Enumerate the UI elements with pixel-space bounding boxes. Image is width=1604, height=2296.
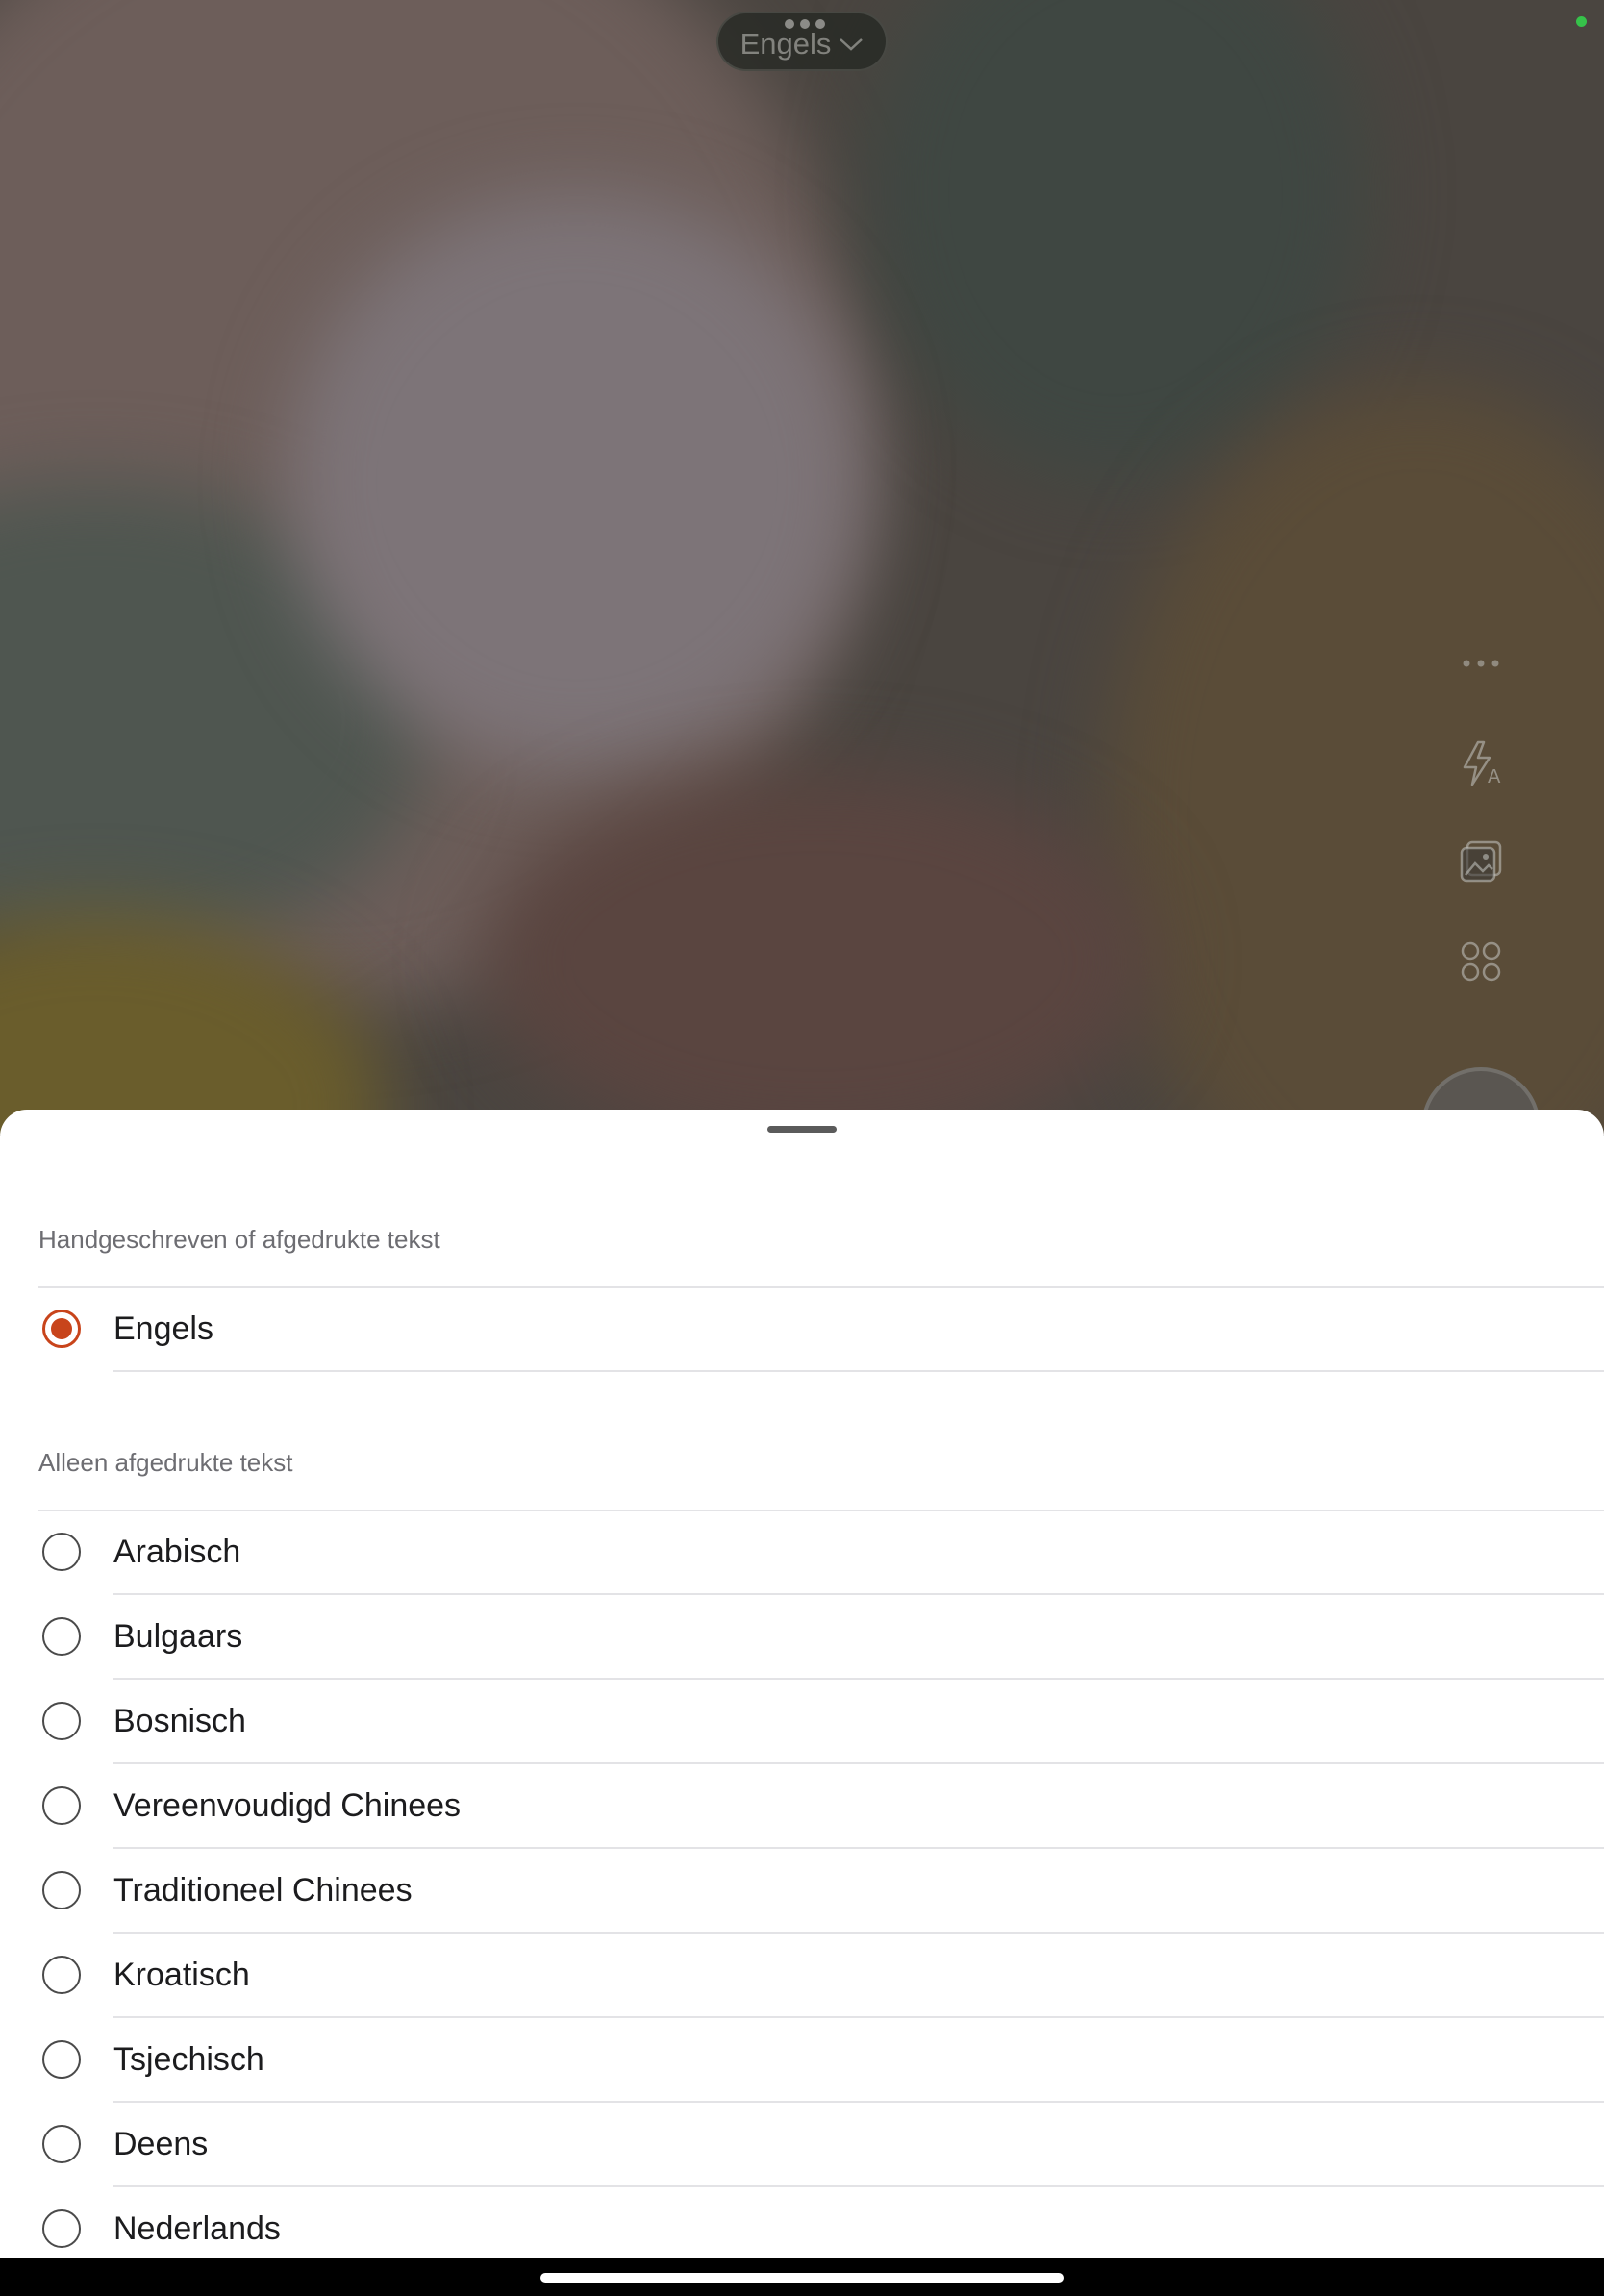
radio-unselected-icon[interactable] xyxy=(42,2125,81,2163)
language-option-kroatisch[interactable]: Kroatisch xyxy=(0,1934,1604,2016)
language-option-bulgaars[interactable]: Bulgaars xyxy=(0,1595,1604,1678)
language-option-tsjechisch[interactable]: Tsjechisch xyxy=(0,2018,1604,2101)
language-option-label: Bulgaars xyxy=(113,1617,243,1655)
viewfinder-blur xyxy=(288,192,865,769)
language-option-label: Arabisch xyxy=(113,1533,241,1570)
language-option-label: Deens xyxy=(113,2125,209,2162)
radio-unselected-icon[interactable] xyxy=(42,2040,81,2079)
photo-library-icon[interactable] xyxy=(1452,833,1510,890)
radio-unselected-icon[interactable] xyxy=(42,2209,81,2248)
language-option-arabisch[interactable]: Arabisch xyxy=(0,1510,1604,1593)
viewfinder-blur xyxy=(481,769,1154,1135)
camera-in-use-indicator xyxy=(1576,16,1587,27)
language-pill-label: Engels xyxy=(739,27,832,61)
language-option-traditioneel-chinees[interactable]: Traditioneel Chinees xyxy=(0,1849,1604,1932)
language-option-label: Traditioneel Chinees xyxy=(113,1871,413,1909)
more-icon[interactable] xyxy=(1452,635,1510,692)
language-option-label: Vereenvoudigd Chinees xyxy=(113,1786,462,1824)
language-bottom-sheet: Handgeschreven of afgedrukte tekst Engel… xyxy=(0,1110,1604,2258)
language-option-label: Kroatisch xyxy=(113,1956,250,1993)
language-option-label: Bosnisch xyxy=(113,1702,246,1739)
home-indicator[interactable] xyxy=(540,2273,1064,2283)
row-divider xyxy=(113,1370,1604,1372)
more-dots-icon xyxy=(785,19,825,29)
language-option-engels[interactable]: Engels xyxy=(0,1287,1604,1370)
radio-selected-icon[interactable] xyxy=(42,1310,81,1348)
camera-viewfinder[interactable]: Engels A xyxy=(0,0,1604,1135)
svg-text:A: A xyxy=(1488,766,1501,786)
chevron-down-icon xyxy=(840,38,864,51)
apps-grid-icon[interactable] xyxy=(1452,933,1510,990)
section-header-printed: Alleen afgedrukte tekst xyxy=(38,1448,293,1477)
language-option-label: Tsjechisch xyxy=(113,2040,264,2078)
radio-unselected-icon[interactable] xyxy=(42,1956,81,1994)
sheet-grabber[interactable] xyxy=(767,1126,837,1133)
radio-unselected-icon[interactable] xyxy=(42,1617,81,1656)
language-selector-pill[interactable]: Engels xyxy=(716,12,888,71)
radio-unselected-icon[interactable] xyxy=(42,1786,81,1825)
language-option-label: Engels xyxy=(113,1310,213,1347)
viewfinder-blur xyxy=(1106,385,1604,1135)
flash-auto-icon[interactable]: A xyxy=(1452,735,1510,792)
language-option-bosnisch[interactable]: Bosnisch xyxy=(0,1680,1604,1762)
radio-unselected-icon[interactable] xyxy=(42,1533,81,1571)
viewfinder-blur xyxy=(865,0,1366,481)
radio-unselected-icon[interactable] xyxy=(42,1702,81,1740)
radio-unselected-icon[interactable] xyxy=(42,1871,81,1909)
language-option-nederlands[interactable]: Nederlands xyxy=(0,2187,1604,2258)
section-header-handwritten: Handgeschreven of afgedrukte tekst xyxy=(38,1225,440,1254)
language-option-label: Nederlands xyxy=(113,2209,281,2247)
language-option-vereenvoudigd-chinees[interactable]: Vereenvoudigd Chinees xyxy=(0,1764,1604,1847)
language-option-deens[interactable]: Deens xyxy=(0,2103,1604,2185)
